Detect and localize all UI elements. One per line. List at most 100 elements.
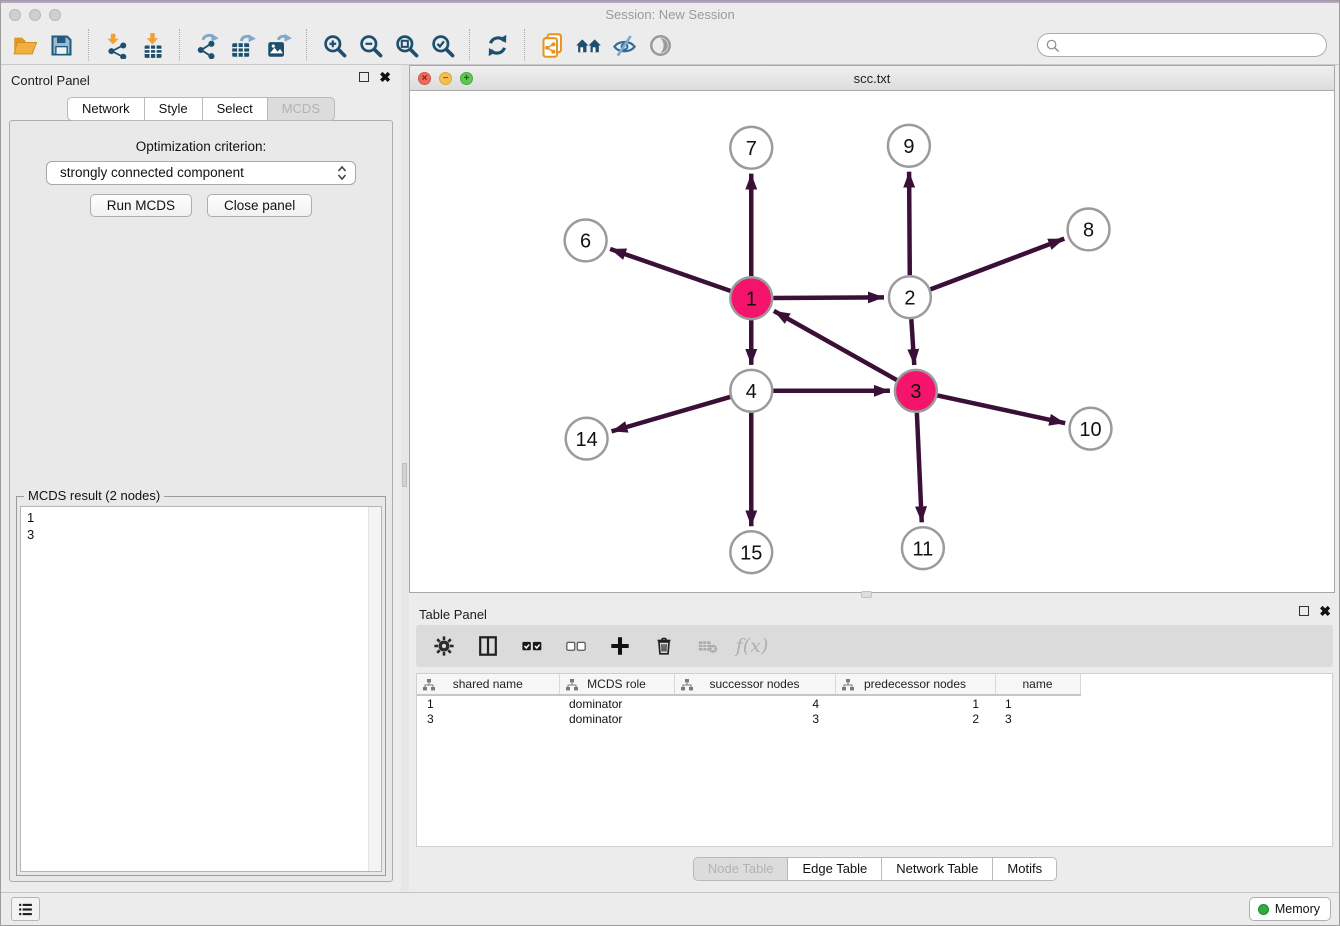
edge-2-to-3[interactable] <box>911 319 914 365</box>
node-7[interactable]: 7 <box>730 127 772 169</box>
cell-predecessor-nodes[interactable]: 1 <box>835 695 995 711</box>
vertical-splitter[interactable] <box>401 65 409 894</box>
network-graph: 7 9 6 8 1 2 4 3 14 10 15 11 <box>410 91 1334 592</box>
criterion-dropdown[interactable]: strongly connected component <box>46 161 356 185</box>
column-header-successor-nodes[interactable]: successor nodes <box>674 674 835 695</box>
hide-selected-button[interactable] <box>606 28 642 62</box>
tab-network[interactable]: Network <box>67 97 145 121</box>
refresh-view-button[interactable] <box>479 28 515 62</box>
result-scrollbar[interactable] <box>368 507 381 871</box>
unselect-all-columns-button[interactable] <box>564 634 588 658</box>
edge-2-to-9[interactable] <box>909 172 910 276</box>
cell-MCDS-role[interactable]: dominator <box>559 695 674 711</box>
tab-network-table[interactable]: Network Table <box>882 857 993 881</box>
network-canvas[interactable]: 7 9 6 8 1 2 4 3 14 10 15 11 <box>410 91 1334 592</box>
import-table-button[interactable] <box>134 28 170 62</box>
eye-disabled-icon <box>647 32 674 59</box>
zoom-selected-button[interactable] <box>424 28 460 62</box>
zoom-in-button[interactable] <box>316 28 352 62</box>
table-row[interactable]: 3dominator323 <box>417 711 1080 727</box>
import-network-button[interactable] <box>98 28 134 62</box>
tab-mcds[interactable]: MCDS <box>268 97 335 121</box>
network-frame-titlebar[interactable]: × − + scc.txt <box>410 66 1334 91</box>
cell-shared-name[interactable]: 3 <box>417 711 559 727</box>
edge-1-to-6[interactable] <box>610 249 730 291</box>
export-image-button[interactable] <box>261 28 297 62</box>
node-3[interactable]: 3 <box>895 370 937 412</box>
float-panel-icon[interactable] <box>359 72 369 82</box>
node-2[interactable]: 2 <box>889 276 931 318</box>
application-window: Session: New Session Control Panel <box>0 0 1340 926</box>
save-session-button[interactable] <box>43 28 79 62</box>
node-label: 2 <box>904 287 915 309</box>
cell-predecessor-nodes[interactable]: 2 <box>835 711 995 727</box>
search-field[interactable] <box>1037 33 1327 57</box>
show-all-button[interactable] <box>642 28 678 62</box>
mcds-result-area[interactable]: 1 3 <box>20 506 382 872</box>
search-input[interactable] <box>1064 35 1318 55</box>
function-builder-button[interactable]: f(x) <box>740 634 764 658</box>
node-6[interactable]: 6 <box>565 219 607 261</box>
mcds-result-text: 1 3 <box>21 507 367 871</box>
edge-3-to-11[interactable] <box>917 413 922 523</box>
toolbar-separator <box>306 29 307 61</box>
memory-button[interactable]: Memory <box>1249 897 1331 921</box>
optimization-criterion-label: Optimization criterion: <box>10 139 392 154</box>
import-table-icon <box>139 32 166 59</box>
cell-MCDS-role[interactable]: dominator <box>559 711 674 727</box>
close-table-panel-icon[interactable]: ✖ <box>1319 606 1331 616</box>
run-mcds-button[interactable]: Run MCDS <box>90 194 192 217</box>
table-panel-title: Table Panel <box>419 607 487 622</box>
column-header-shared-name[interactable]: shared name <box>417 674 559 695</box>
edge-1-to-2[interactable] <box>773 297 884 298</box>
column-header-predecessor-nodes[interactable]: predecessor nodes <box>835 674 995 695</box>
node-1[interactable]: 1 <box>730 277 772 319</box>
delete-table-button[interactable] <box>696 634 720 658</box>
mcds-result-title: MCDS result (2 nodes) <box>24 488 164 503</box>
select-all-columns-button[interactable] <box>520 634 544 658</box>
column-header-name[interactable]: name <box>995 674 1080 695</box>
clone-network-button[interactable] <box>534 28 570 62</box>
tab-style[interactable]: Style <box>145 97 203 121</box>
horizontal-splitter-handle[interactable] <box>861 591 872 598</box>
cell-shared-name[interactable]: 1 <box>417 695 559 711</box>
close-panel-button[interactable]: Close panel <box>207 194 312 217</box>
delete-column-button[interactable] <box>652 634 676 658</box>
tab-motifs[interactable]: Motifs <box>993 857 1057 881</box>
zoom-out-button[interactable] <box>352 28 388 62</box>
task-history-button[interactable] <box>11 897 40 921</box>
node-15[interactable]: 15 <box>730 531 772 573</box>
node-14[interactable]: 14 <box>566 418 608 460</box>
create-column-button[interactable] <box>608 634 632 658</box>
table-settings-button[interactable] <box>432 634 456 658</box>
edge-4-to-14[interactable] <box>612 397 731 431</box>
tab-edge-table[interactable]: Edge Table <box>788 857 882 881</box>
first-neighbors-button[interactable] <box>570 28 606 62</box>
close-panel-icon[interactable]: ✖ <box>379 72 391 82</box>
mcds-tab-content: Optimization criterion: strongly connect… <box>9 120 393 882</box>
splitter-handle[interactable] <box>402 463 407 487</box>
edge-3-to-1[interactable] <box>774 311 897 380</box>
tab-select[interactable]: Select <box>203 97 268 121</box>
cell-successor-nodes[interactable]: 4 <box>674 695 835 711</box>
node-4[interactable]: 4 <box>730 370 772 412</box>
export-network-button[interactable] <box>189 28 225 62</box>
cell-name[interactable]: 1 <box>995 695 1080 711</box>
node-11[interactable]: 11 <box>902 527 944 569</box>
cell-successor-nodes[interactable]: 3 <box>674 711 835 727</box>
zoom-fit-button[interactable] <box>388 28 424 62</box>
export-table-button[interactable] <box>225 28 261 62</box>
tab-node-table[interactable]: Node Table <box>693 857 789 881</box>
table-row[interactable]: 1dominator411 <box>417 695 1080 711</box>
edge-3-to-10[interactable] <box>937 395 1065 423</box>
cell-name[interactable]: 3 <box>995 711 1080 727</box>
edge-2-to-8[interactable] <box>930 239 1064 290</box>
node-8[interactable]: 8 <box>1068 209 1110 251</box>
window-title: Session: New Session <box>1 7 1339 22</box>
node-10[interactable]: 10 <box>1070 408 1112 450</box>
float-table-panel-icon[interactable] <box>1299 606 1309 616</box>
open-session-button[interactable] <box>7 28 43 62</box>
toggle-column-view-button[interactable] <box>476 634 500 658</box>
node-9[interactable]: 9 <box>888 125 930 167</box>
column-header-MCDS-role[interactable]: MCDS role <box>559 674 674 695</box>
